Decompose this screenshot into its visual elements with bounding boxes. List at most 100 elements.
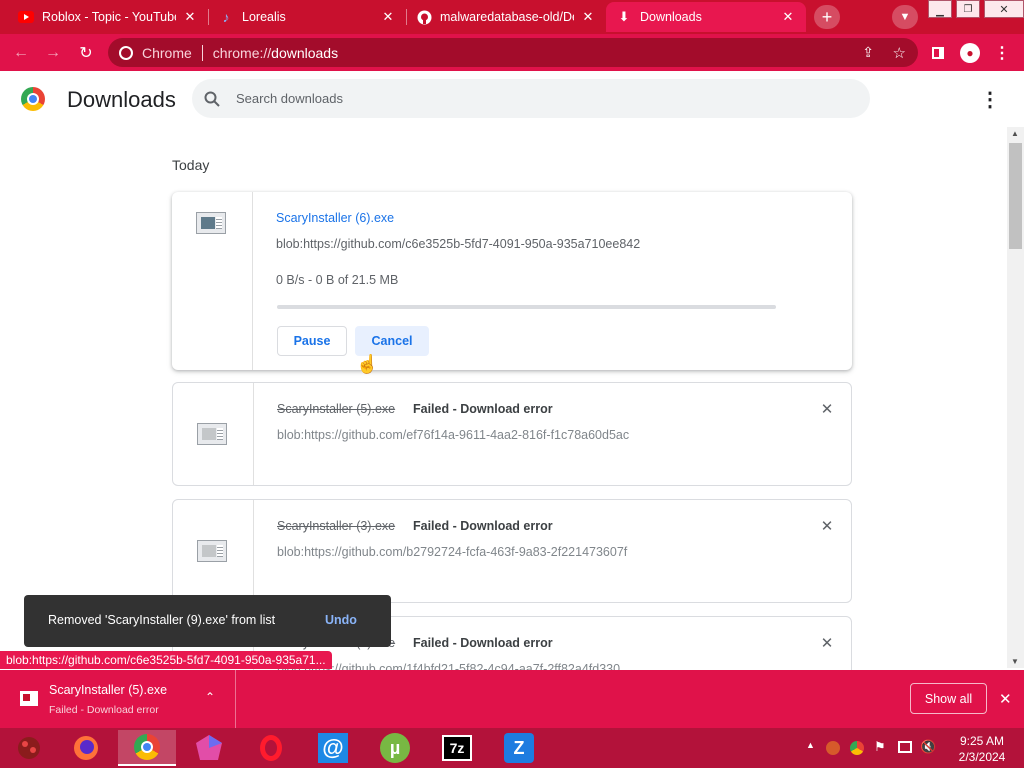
file-icon xyxy=(197,540,227,562)
close-icon: ✕ xyxy=(820,635,834,652)
file-name-link[interactable]: ScaryInstaller (6).exe xyxy=(276,211,394,225)
tab-search-button[interactable]: ▼ xyxy=(892,5,918,29)
remove-item-button[interactable]: ✕ xyxy=(819,635,835,652)
toolbar: ← → ↻ Chrome chrome://downloads ⇪ ☆ ● ⋮ xyxy=(0,34,1024,71)
zoom-app-icon[interactable]: Z xyxy=(490,730,548,766)
more-vert-icon: ⋮ xyxy=(980,88,1000,111)
window-close-button[interactable]: ✕ xyxy=(984,0,1024,18)
restore-button[interactable]: ❐ xyxy=(956,0,980,18)
close-icon: ✕ xyxy=(820,401,834,418)
new-tab-button[interactable]: + xyxy=(814,5,840,29)
star-icon[interactable]: ☆ xyxy=(893,44,906,62)
profile-button[interactable]: ● xyxy=(957,40,983,66)
shelf-file-name: ScaryInstaller (5).exe xyxy=(49,683,168,697)
reload-icon: ↻ xyxy=(79,45,93,62)
tray-app-icon[interactable] xyxy=(826,741,840,755)
side-panel-icon xyxy=(932,47,944,59)
file-icon-column xyxy=(173,500,254,602)
shelf-file-status: Failed - Download error xyxy=(49,704,159,716)
chrome-menu-button[interactable]: ⋮ xyxy=(989,40,1015,66)
file-url: blob:https://github.com/ef76f14a-9611-4a… xyxy=(277,428,630,442)
crystal-app-icon[interactable] xyxy=(180,730,238,766)
arrow-right-icon: → xyxy=(45,44,61,61)
status-text: Failed - Download error xyxy=(413,402,553,416)
snackbar-message: Removed 'ScaryInstaller (9).exe' from li… xyxy=(48,613,276,627)
opera-icon[interactable] xyxy=(242,730,300,766)
download-icon: ⬇ xyxy=(618,9,630,24)
utorrent-icon[interactable]: µ xyxy=(366,730,424,766)
page-title: Downloads xyxy=(67,87,176,112)
file-name: ScaryInstaller (5).exe xyxy=(277,402,396,416)
volume-muted-icon[interactable]: 🔇 xyxy=(920,739,936,755)
tab-youtube[interactable]: Roblox - Topic - YouTube ✕ xyxy=(8,2,208,32)
remove-item-button[interactable]: ✕ xyxy=(819,518,835,535)
status-bubble: blob:https://github.com/c6e3525b-5fd7-40… xyxy=(0,651,332,669)
back-button[interactable]: ← xyxy=(8,40,34,66)
music-note-icon: ♪ xyxy=(222,9,230,25)
chrome-icon[interactable] xyxy=(118,730,176,766)
roblox-app-icon[interactable] xyxy=(0,730,58,766)
progress-text: 0 B/s - 0 B of 21.5 MB xyxy=(276,273,399,287)
remove-item-button[interactable]: ✕ xyxy=(819,401,835,418)
scroll-up-arrow-icon[interactable]: ▲ xyxy=(1011,129,1019,138)
window-controls: ▁ ❐ ✕ xyxy=(928,0,1024,18)
close-icon: ✕ xyxy=(999,691,1012,708)
scroll-down-arrow-icon[interactable]: ▼ xyxy=(1011,657,1019,666)
tab-lorealis[interactable]: ♪ Lorealis ✕ xyxy=(208,2,406,32)
firefox-icon[interactable] xyxy=(57,730,115,766)
search-downloads-input[interactable]: Search downloads xyxy=(192,79,870,118)
file-icon-column xyxy=(173,383,254,485)
clock[interactable]: 9:25 AM 2/3/2024 xyxy=(950,733,1014,765)
pause-button[interactable]: Pause xyxy=(277,326,347,356)
cancel-button[interactable]: Cancel xyxy=(355,326,429,356)
url-path: downloads xyxy=(271,44,339,61)
scrollbar-thumb[interactable] xyxy=(1009,143,1022,249)
more-actions-button[interactable]: ⋮ xyxy=(980,87,1000,111)
chevron-down-icon: ▼ xyxy=(899,11,911,23)
clock-time: 9:25 AM xyxy=(959,734,1005,748)
close-icon[interactable]: ✕ xyxy=(780,9,796,25)
taskbar: @ µ 7z Z ▲ ⚑ 🔇 9:25 AM 2/3/2024 xyxy=(0,728,1024,768)
divider xyxy=(201,44,203,61)
download-item: ScaryInstaller (3).exe Failed - Download… xyxy=(172,499,852,603)
file-name: ScaryInstaller (3).exe xyxy=(277,519,396,533)
tray-overflow-icon[interactable]: ▲ xyxy=(806,740,815,750)
tab-downloads[interactable]: ⬇ Downloads ✕ xyxy=(606,2,806,32)
reload-button[interactable]: ↻ xyxy=(73,40,99,66)
clock-date: 2/3/2024 xyxy=(958,750,1006,764)
chevron-up-icon[interactable]: ⌃ xyxy=(205,690,215,704)
youtube-icon xyxy=(18,9,34,25)
flag-icon[interactable]: ⚑ xyxy=(874,739,886,755)
close-icon[interactable]: ✕ xyxy=(580,9,596,25)
close-shelf-button[interactable]: ✕ xyxy=(999,690,1012,708)
close-icon[interactable]: ✕ xyxy=(182,9,198,25)
shelf-item[interactable]: ScaryInstaller (5).exe Failed - Download… xyxy=(0,670,236,728)
side-panel-button[interactable] xyxy=(925,40,951,66)
status-text: Failed - Download error xyxy=(413,519,553,533)
search-placeholder: Search downloads xyxy=(236,91,343,106)
arrow-left-icon: ← xyxy=(13,44,29,61)
network-icon[interactable] xyxy=(898,741,912,753)
show-all-button[interactable]: Show all xyxy=(910,683,987,714)
minimize-button[interactable]: ▁ xyxy=(928,0,952,18)
tab-title: Downloads xyxy=(640,10,702,24)
forward-button[interactable]: → xyxy=(40,40,66,66)
7zip-icon[interactable]: 7z xyxy=(428,730,486,766)
download-item: ScaryInstaller (6).exe blob:https://gith… xyxy=(172,192,852,370)
tray-chrome-icon[interactable] xyxy=(850,741,864,755)
email-icon[interactable]: @ xyxy=(304,730,362,766)
close-icon[interactable]: ✕ xyxy=(380,9,396,25)
share-icon[interactable]: ⇪ xyxy=(862,44,874,61)
tab-strip: Roblox - Topic - YouTube ✕ ♪ Lorealis ✕ … xyxy=(0,0,1024,34)
date-section-label: Today xyxy=(172,157,210,173)
page-header: Downloads Search downloads ⋮ xyxy=(0,71,1024,126)
file-icon xyxy=(196,212,226,234)
download-shelf: ScaryInstaller (5).exe Failed - Download… xyxy=(0,670,1024,728)
github-icon xyxy=(416,9,432,25)
address-bar[interactable]: Chrome chrome://downloads ⇪ ☆ xyxy=(108,38,918,67)
undo-button[interactable]: Undo xyxy=(325,613,357,627)
search-icon xyxy=(204,91,222,107)
page-scrollbar[interactable]: ▲ ▼ xyxy=(1007,127,1024,668)
file-icon-column xyxy=(172,192,253,370)
tab-github[interactable]: malwaredatabase-old/De ✕ xyxy=(406,2,606,32)
